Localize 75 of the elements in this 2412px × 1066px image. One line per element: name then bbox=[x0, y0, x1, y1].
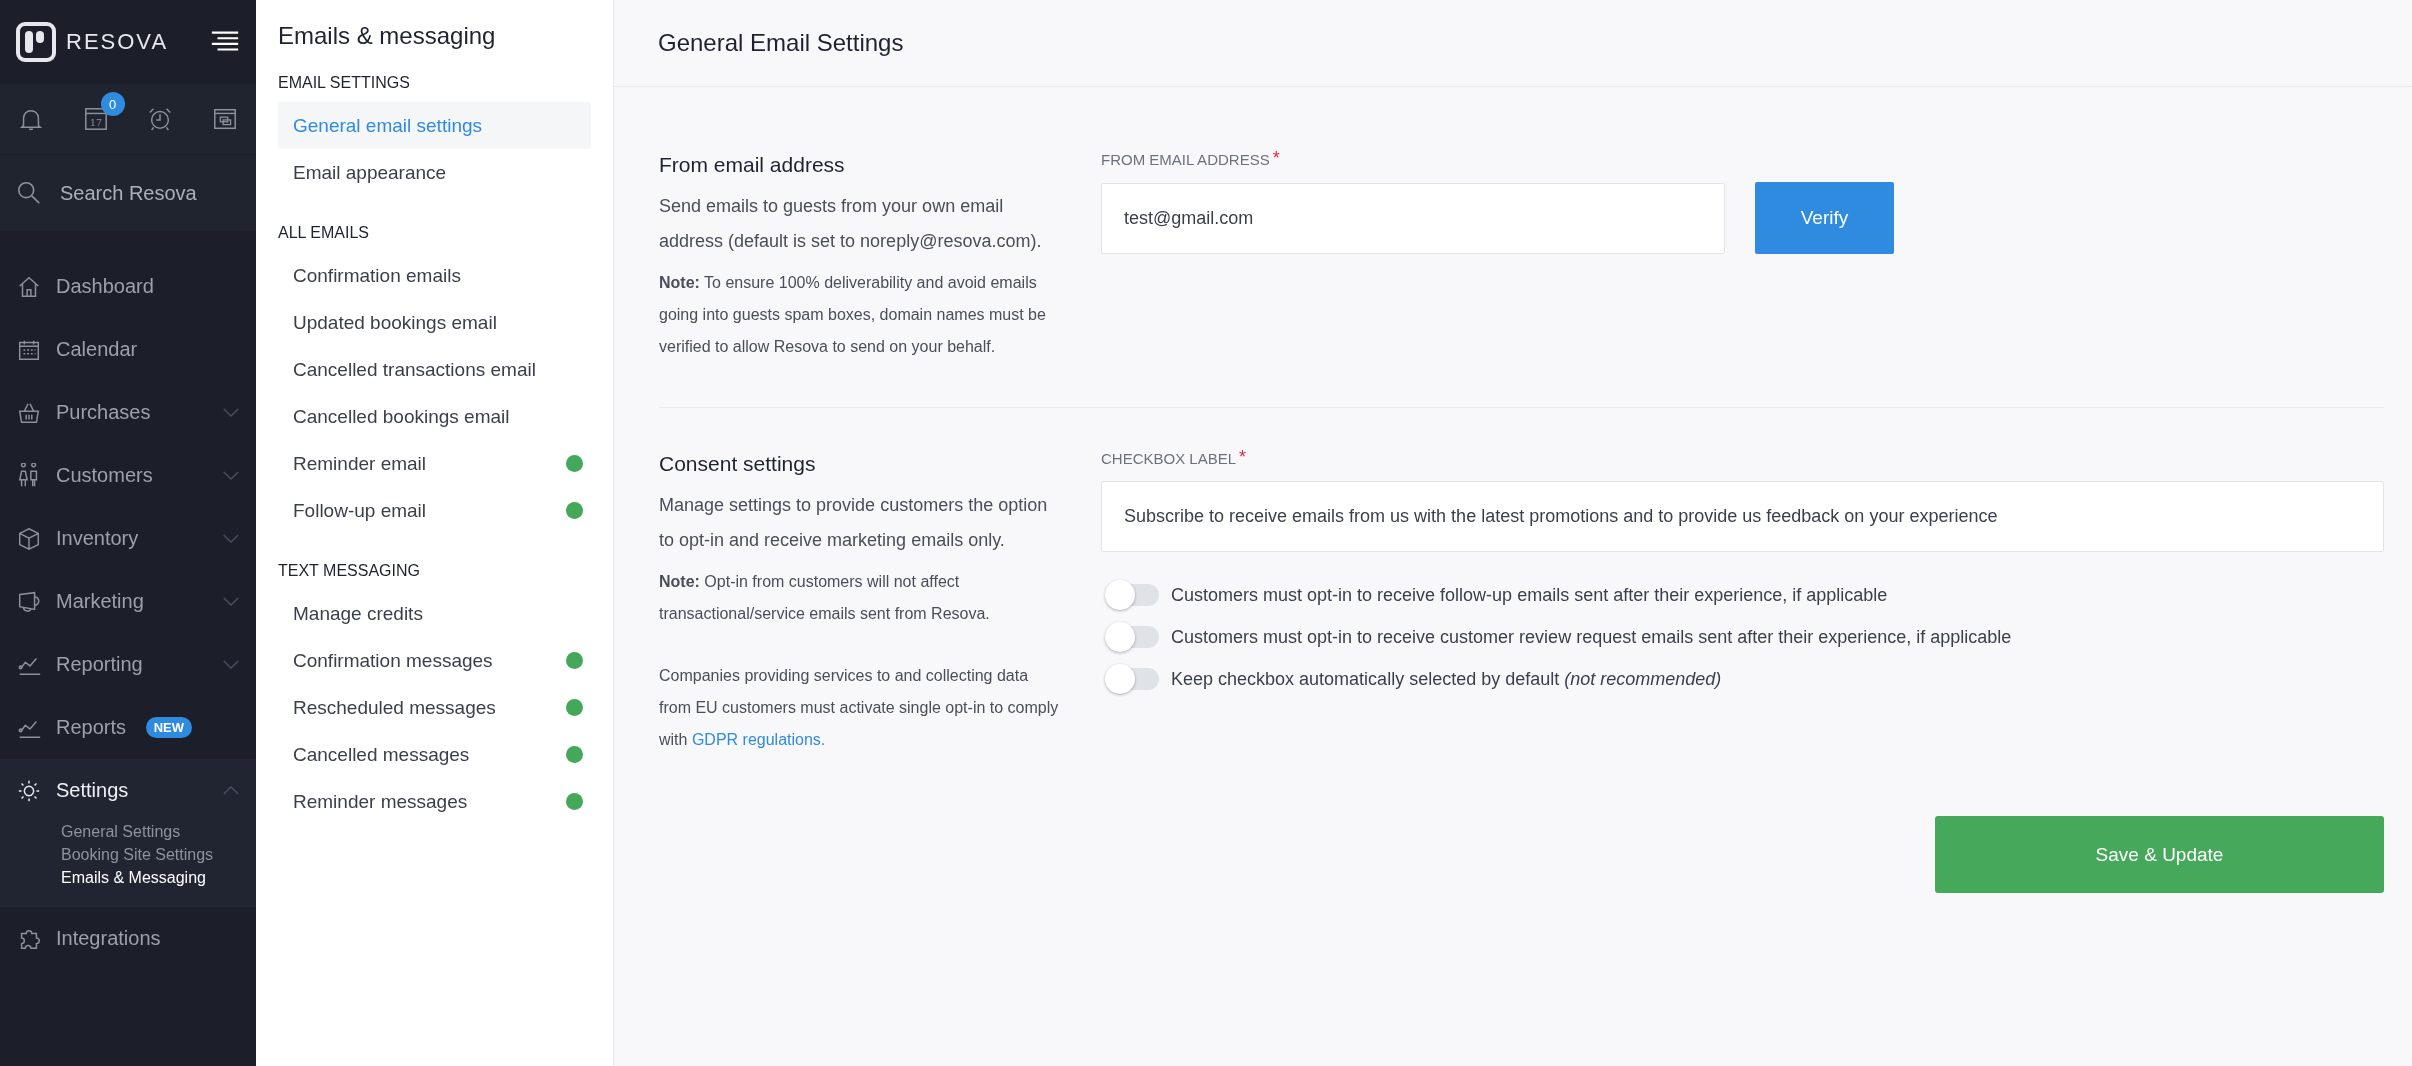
checkbox-label-field[interactable]: Subscribe to receive emails from us with the latest promotions and to provide us feedback on your experience bbox=[1101, 481, 2384, 552]
nav-item[interactable]: Dashboard bbox=[0, 255, 256, 318]
subnav-item[interactable]: Email appearance bbox=[278, 149, 591, 196]
chevron-icon[interactable] bbox=[222, 785, 240, 796]
subnav-label: Confirmation emails bbox=[293, 264, 462, 287]
chevron-icon[interactable] bbox=[222, 533, 240, 544]
subnav-item[interactable]: Cancelled transactions email bbox=[278, 346, 591, 393]
note-text: Note: Opt-in from customers will not affect transactional/service emails sent from Resova. bbox=[659, 572, 991, 624]
subnav-item[interactable]: Confirmation messages bbox=[278, 637, 591, 684]
nav-item[interactable]: Integrations bbox=[0, 907, 256, 970]
subnav-label: Manage credits bbox=[293, 602, 424, 625]
logo-icon bbox=[16, 22, 56, 62]
section-heading: EMAIL SETTINGS bbox=[278, 74, 411, 92]
required-mark: * bbox=[1239, 450, 1247, 467]
note-text: Note: To ensure 100% deliverability and avoid emails going into guests spam boxes, domain names must be verified to allow Resova to send on your behalf. bbox=[659, 273, 1047, 357]
toggle-label: Customers must opt-in to receive follow-up emails sent after their experience, if applicable bbox=[1171, 584, 1888, 606]
subnav-item[interactable]: Cancelled messages bbox=[278, 731, 591, 778]
page-title: General Email Settings bbox=[658, 29, 904, 57]
verify-button[interactable]: Verify bbox=[1755, 182, 1894, 254]
subnav-label: Cancelled messages bbox=[293, 743, 471, 766]
subnav-label: Cancelled bookings email bbox=[293, 405, 511, 428]
section-title: Consent settings bbox=[659, 452, 817, 476]
toggle-label: Keep checkbox automatically selected by default (not recommended) bbox=[1171, 668, 1722, 690]
subnav-item[interactable]: Confirmation emails bbox=[278, 252, 591, 299]
toggle-label: Customers must opt-in to receive customer review request emails sent after their experience, if applicable bbox=[1171, 626, 2012, 648]
menu-icon[interactable] bbox=[210, 30, 240, 54]
gdpr-text: Companies providing services to and collecting data from EU customers must activate single opt-in to comply with GDPR regulations. bbox=[659, 666, 1059, 750]
description-text: Manage settings to provide customers the option to opt-in and receive marketing emails only. bbox=[659, 494, 1049, 552]
new-badge: NEW bbox=[145, 717, 192, 738]
nav-item[interactable]: Reporting bbox=[0, 633, 256, 696]
subnav-item[interactable]: Follow-up email bbox=[278, 487, 591, 534]
nav-item[interactable]: Inventory bbox=[0, 507, 256, 570]
description-text: Send emails to guests from your own email address (default is set to noreply@resova.com). bbox=[659, 195, 1043, 253]
required-mark: * bbox=[1272, 151, 1280, 168]
nav-subitem[interactable]: Emails & Messaging bbox=[0, 866, 256, 891]
subnav-item[interactable]: Manage credits bbox=[278, 590, 591, 637]
subnav-label: Follow-up email bbox=[293, 499, 428, 522]
nav-item[interactable]: Purchases bbox=[0, 381, 256, 444]
chevron-icon[interactable] bbox=[222, 470, 240, 481]
nav-subitem[interactable]: Booking Site Settings bbox=[0, 843, 256, 868]
search-icon bbox=[16, 180, 42, 206]
subnav-item[interactable]: Reminder messages bbox=[278, 778, 591, 825]
subnav-item[interactable]: Updated bookings email bbox=[278, 299, 591, 346]
subnav-label: Cancelled transactions email bbox=[293, 358, 537, 381]
calendar-icon[interactable]: 17 bbox=[82, 106, 109, 132]
email-input-field[interactable]: test@gmail.com bbox=[1101, 182, 1725, 254]
subnav-item[interactable]: Reminder email bbox=[278, 440, 591, 487]
subnav-label: Rescheduled messages bbox=[293, 696, 497, 719]
nav-item[interactable]: Customers bbox=[0, 444, 256, 507]
section-heading: TEXT MESSAGING bbox=[278, 562, 421, 580]
nav-item[interactable]: Reports NEW bbox=[0, 696, 256, 759]
field-label: CHECKBOX LABEL bbox=[1101, 450, 1237, 467]
subnav-label: Email appearance bbox=[293, 161, 448, 184]
nav-item[interactable]: Marketing bbox=[0, 570, 256, 633]
count-badge: 0 bbox=[100, 92, 125, 116]
chevron-icon[interactable] bbox=[222, 596, 240, 607]
subnav-label: Reminder email bbox=[293, 452, 428, 475]
nav-subitem[interactable]: General Settings bbox=[0, 820, 256, 845]
panel-title: Emails & messaging bbox=[278, 22, 497, 50]
windows-icon[interactable] bbox=[211, 106, 238, 132]
brand-name: RESOVA bbox=[66, 29, 170, 55]
subnav-label: Reminder messages bbox=[293, 790, 469, 813]
chevron-icon[interactable] bbox=[222, 659, 240, 670]
field-label: FROM EMAIL ADDRESS bbox=[1101, 151, 1270, 168]
nav-item[interactable]: Calendar bbox=[0, 318, 256, 381]
subnav-item[interactable]: Rescheduled messages bbox=[278, 684, 591, 731]
subnav-label: General email settings bbox=[293, 114, 484, 137]
nav-icon bbox=[16, 525, 42, 552]
section-heading: ALL EMAILS bbox=[278, 224, 370, 242]
subnav-item[interactable]: Cancelled bookings email bbox=[278, 393, 591, 440]
chevron-icon[interactable] bbox=[222, 407, 240, 418]
nav-item[interactable]: Settings bbox=[0, 759, 256, 822]
subnav-label: Updated bookings email bbox=[293, 311, 498, 334]
section-title: From email address bbox=[659, 153, 846, 177]
subnav-label: Confirmation messages bbox=[293, 649, 494, 672]
